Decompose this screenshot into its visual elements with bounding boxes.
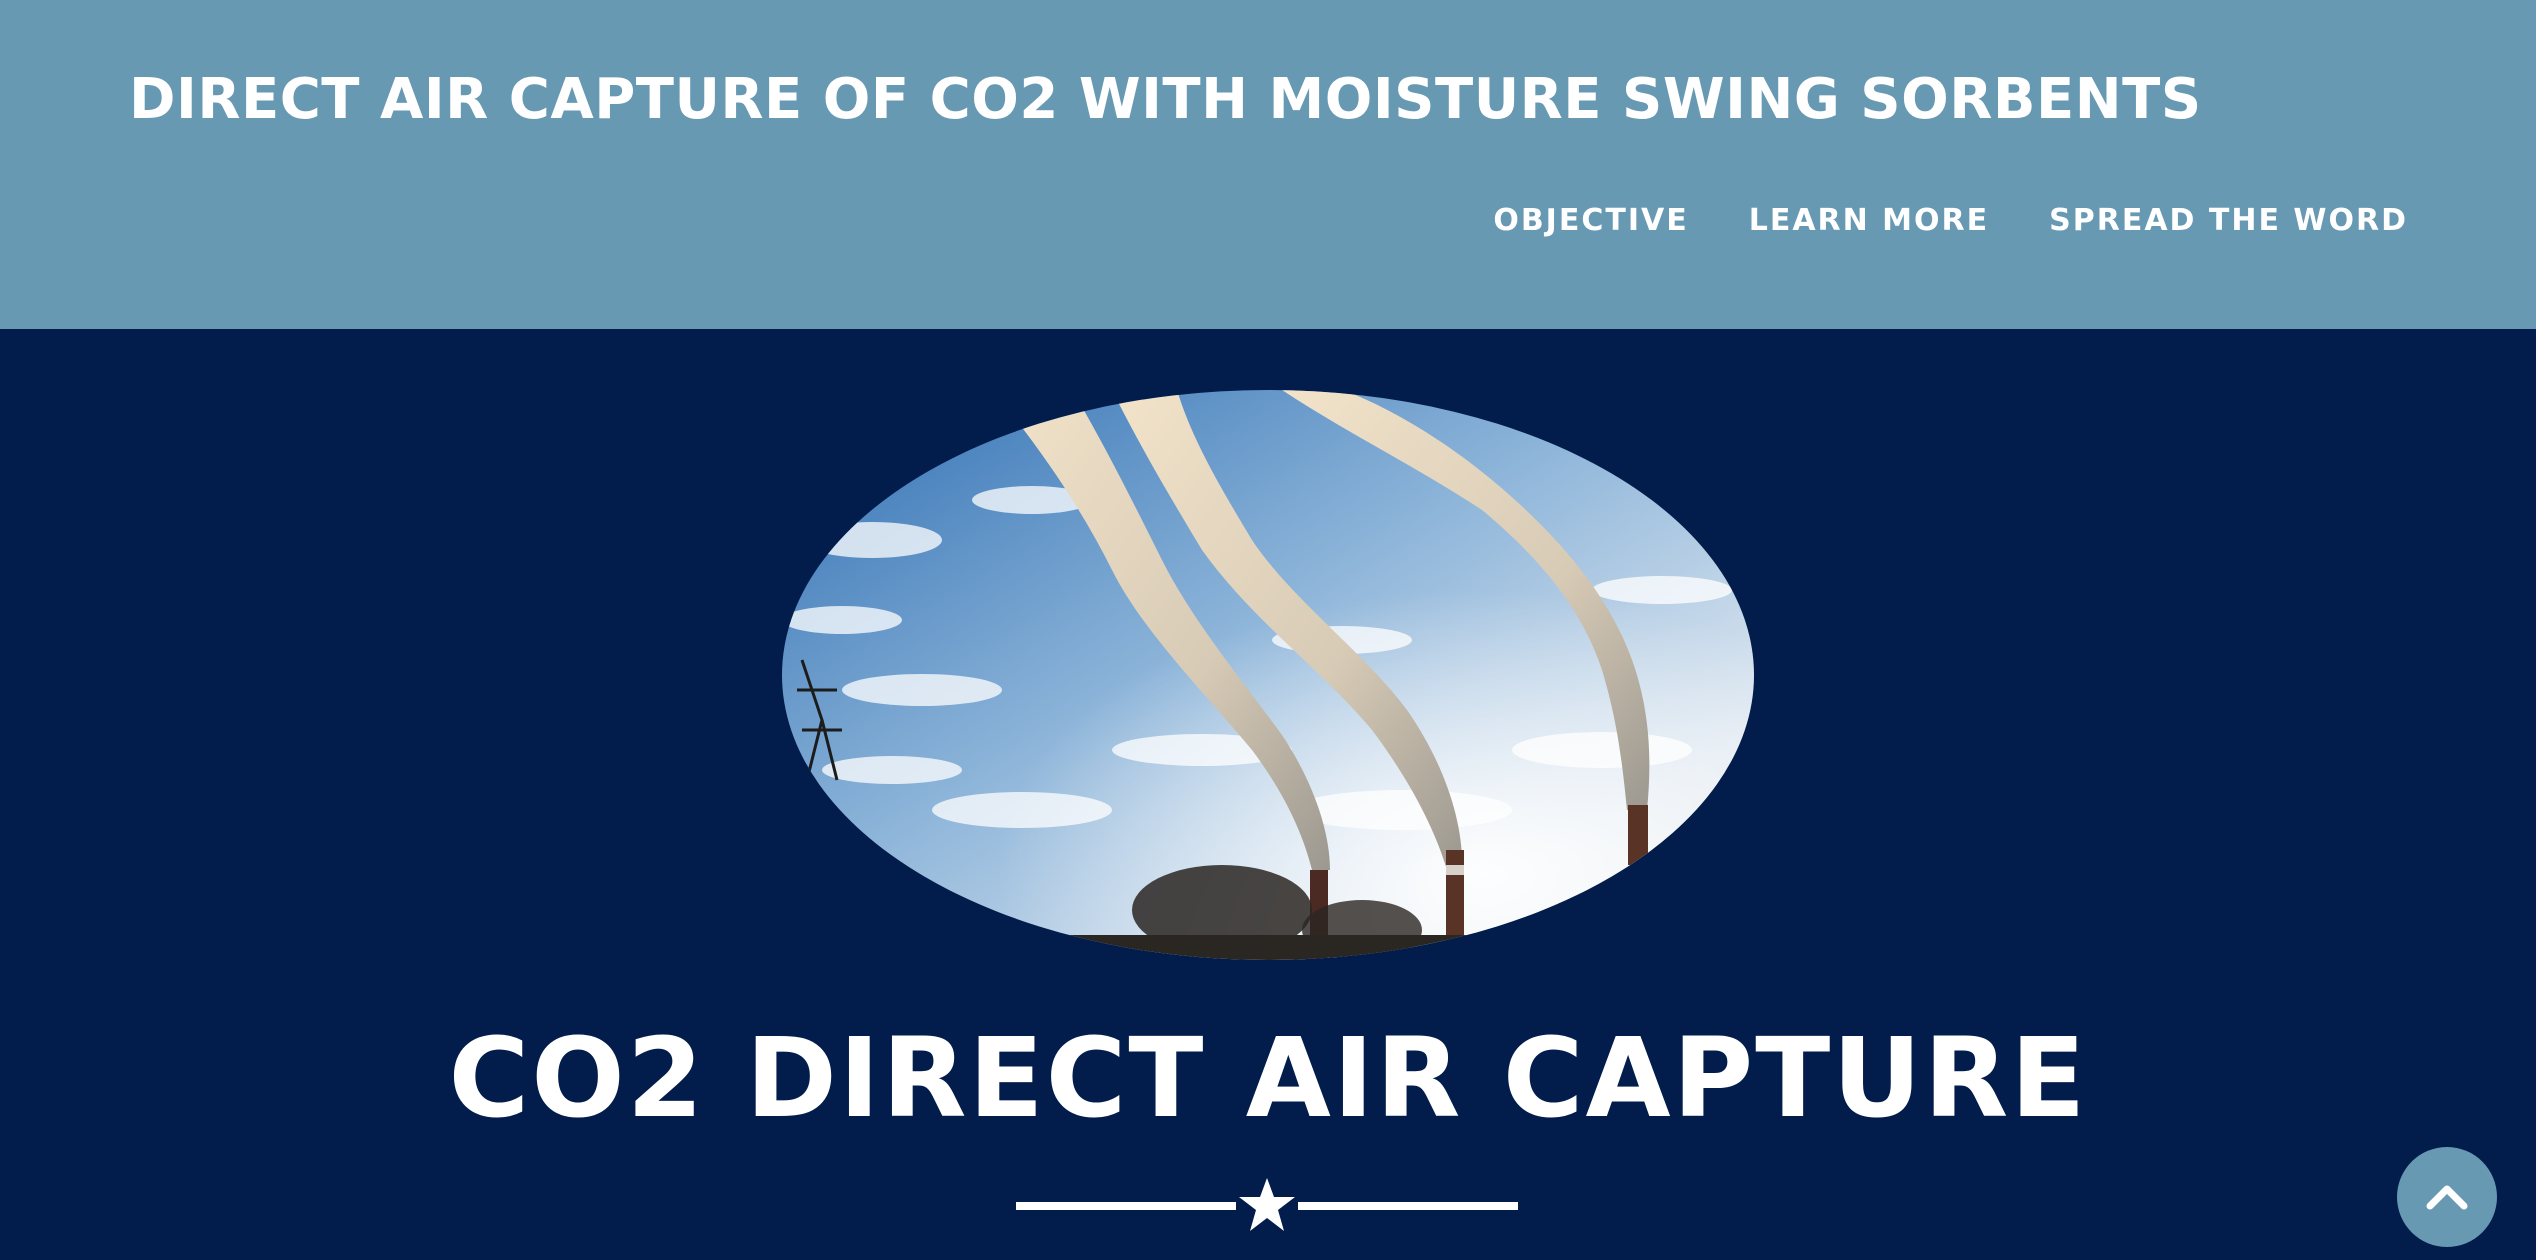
divider-line-left <box>1016 1202 1236 1210</box>
divider-line-right <box>1298 1202 1518 1210</box>
hero-section: CO2 DIRECT AIR CAPTURE <box>0 329 2536 1260</box>
nav-link-spread-the-word[interactable]: SPREAD THE WORD <box>2049 203 2408 238</box>
scroll-to-top-button[interactable] <box>2397 1147 2497 1247</box>
nav-link-objective[interactable]: OBJECTIVE <box>1493 203 1688 238</box>
main-nav: OBJECTIVE LEARN MORE SPREAD THE WORD <box>1493 196 2408 246</box>
nav-item-learn-more: LEARN MORE <box>1749 196 1989 246</box>
chevron-up-icon <box>2426 1185 2468 1210</box>
site-navbar: DIRECT AIR CAPTURE OF CO2 WITH MOISTURE … <box>0 0 2536 329</box>
site-title[interactable]: DIRECT AIR CAPTURE OF CO2 WITH MOISTURE … <box>129 62 2202 138</box>
hero-title: CO2 DIRECT AIR CAPTURE <box>448 1014 2088 1142</box>
nav-link-learn-more[interactable]: LEARN MORE <box>1749 203 1989 238</box>
nav-item-objective: OBJECTIVE <box>1493 196 1688 246</box>
hero-divider <box>1016 1175 1518 1235</box>
star-icon <box>1239 1178 1295 1231</box>
nav-item-spread-the-word: SPREAD THE WORD <box>2049 196 2408 246</box>
hero-smokestacks-image <box>782 390 1754 960</box>
